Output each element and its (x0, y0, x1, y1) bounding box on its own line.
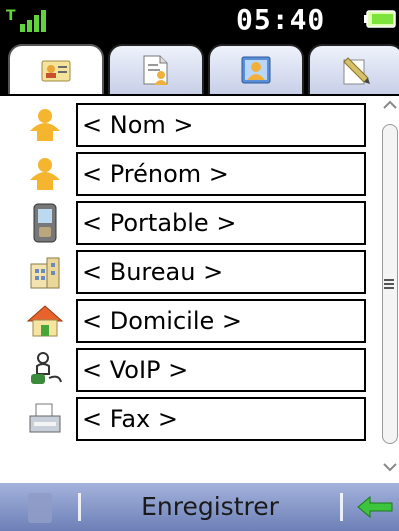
portable-field[interactable]: < Portable > (76, 201, 366, 245)
contact-form: < Nom > < Prénom > < Portable > < Bureau… (0, 94, 399, 483)
separator (340, 493, 343, 521)
scroll-down-arrow-icon[interactable] (381, 458, 399, 476)
save-button[interactable]: Enregistrer (90, 492, 330, 521)
bottom-toolbar: Enregistrer (0, 483, 399, 531)
svg-text:T: T (6, 8, 16, 24)
note-pencil-icon (343, 57, 370, 85)
bureau-field[interactable]: < Bureau > (76, 250, 366, 294)
scroll-up-arrow-icon[interactable] (381, 96, 399, 114)
menu-icon[interactable] (28, 493, 52, 523)
back-arrow-icon[interactable] (356, 495, 394, 519)
clock: 05:40 (236, 3, 326, 36)
separator (78, 493, 81, 521)
person-icon (22, 151, 68, 197)
tab-bar (0, 38, 399, 96)
office-building-icon (22, 249, 68, 295)
tab-person-photo[interactable] (208, 44, 304, 94)
person-icon (22, 102, 68, 148)
domicile-field[interactable]: < Domicile > (76, 299, 366, 343)
contact-card-icon (41, 60, 71, 82)
voip-icon (22, 347, 68, 393)
scroll-grip-icon[interactable] (384, 278, 394, 290)
fax-icon (22, 396, 68, 442)
tab-contact-card[interactable] (8, 44, 104, 96)
voip-field[interactable]: < VoIP > (76, 348, 366, 392)
document-person-icon (143, 55, 168, 85)
person-photo-icon (241, 56, 271, 84)
prenom-field[interactable]: < Prénom > (76, 152, 366, 196)
tab-note-pencil[interactable] (308, 44, 399, 94)
mobile-phone-icon (22, 200, 68, 246)
signal-strength-icon: T (6, 8, 46, 32)
tab-document-person[interactable] (108, 44, 204, 94)
fax-field[interactable]: < Fax > (76, 397, 366, 441)
nom-field[interactable]: < Nom > (76, 103, 366, 147)
status-bar: T 05:40 (0, 0, 399, 38)
home-icon (22, 298, 68, 344)
battery-icon (364, 10, 396, 28)
